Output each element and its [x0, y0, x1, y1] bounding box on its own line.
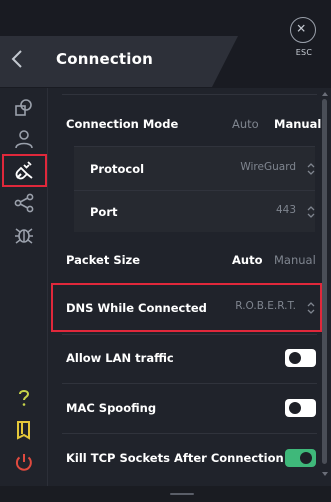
allow-lan-toggle[interactable] — [285, 349, 316, 367]
shapes-icon[interactable] — [12, 96, 36, 120]
chevron-updown-icon[interactable] — [306, 205, 316, 219]
page-title: Connection — [56, 50, 154, 68]
bug-icon[interactable] — [12, 223, 36, 247]
chevron-updown-icon[interactable] — [306, 162, 316, 176]
manual-settings-panel — [74, 146, 315, 232]
port-label: Port — [90, 205, 118, 219]
protocol-label: Protocol — [90, 162, 145, 176]
chevron-updown-icon[interactable] — [306, 301, 316, 315]
dns-select[interactable]: R.O.B.E.R.T. — [212, 300, 296, 312]
connection-mode-auto[interactable]: Auto — [232, 117, 259, 131]
bottom-bar — [0, 486, 331, 502]
scrollbar-thumb[interactable] — [322, 99, 327, 464]
mac-spoofing-label: MAC Spoofing — [66, 401, 157, 415]
packet-size-manual[interactable]: Manual — [274, 253, 316, 267]
help-icon[interactable] — [12, 386, 36, 410]
divider — [62, 334, 317, 335]
packet-size-label: Packet Size — [66, 253, 141, 267]
connection-mode-manual[interactable]: Manual — [274, 117, 321, 131]
divider — [62, 433, 317, 434]
protocol-select[interactable]: WireGuard — [210, 161, 296, 173]
resize-grip[interactable] — [170, 493, 194, 495]
allow-lan-label: Allow LAN traffic — [66, 351, 174, 365]
connection-mode-label: Connection Mode — [66, 117, 179, 131]
close-button[interactable] — [290, 17, 316, 43]
divider — [62, 383, 317, 384]
port-select[interactable]: 443 — [230, 204, 296, 216]
dns-label: DNS While Connected — [66, 301, 207, 315]
packet-size-auto[interactable]: Auto — [232, 253, 263, 267]
back-arrow-icon[interactable] — [6, 44, 30, 74]
kill-tcp-label: Kill TCP Sockets After Connection — [66, 451, 284, 465]
divider — [62, 94, 317, 95]
scroll-up-icon[interactable] — [321, 90, 329, 98]
book-icon[interactable] — [12, 418, 36, 442]
toggle-knob — [289, 352, 301, 364]
toggle-knob — [289, 402, 301, 414]
kill-tcp-toggle[interactable] — [285, 449, 316, 467]
toggle-knob — [300, 452, 312, 464]
connection-plug-icon[interactable] — [12, 159, 36, 183]
divider — [74, 146, 315, 147]
scroll-down-icon[interactable] — [321, 470, 329, 478]
power-icon[interactable] — [12, 450, 36, 474]
esc-label: ESC — [295, 48, 313, 57]
close-icon — [297, 24, 305, 32]
divider — [74, 190, 315, 191]
share-icon[interactable] — [12, 191, 36, 215]
mac-spoofing-toggle[interactable] — [285, 399, 316, 417]
user-icon[interactable] — [12, 127, 36, 151]
